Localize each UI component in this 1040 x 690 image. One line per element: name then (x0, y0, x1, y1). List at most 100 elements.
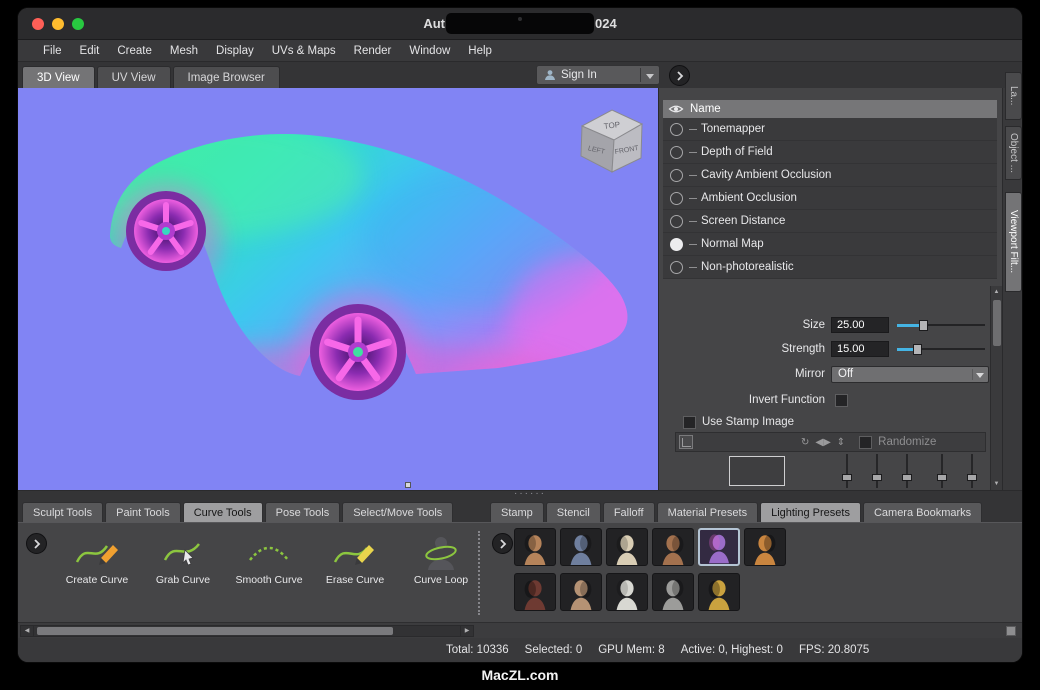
viewport-3d[interactable]: TOP LEFT FRONT (18, 88, 658, 490)
panel-vertical-scrollbar[interactable]: ▲ ▼ (990, 286, 1002, 490)
tab-3d-view[interactable]: 3D View (22, 66, 95, 88)
lighting-preset-4[interactable] (652, 528, 694, 566)
tray-tab-falloff[interactable]: Falloff (603, 502, 655, 522)
filter-properties: Size 25.00 Strength 15.00 (659, 88, 1002, 490)
tray-tab-paint-tools[interactable]: Paint Tools (105, 502, 181, 522)
erase-curve-icon (331, 534, 379, 570)
tool-curve-loop[interactable]: Curve Loop (398, 533, 484, 586)
zoom-window-button[interactable] (72, 18, 84, 30)
tray-tab-stencil[interactable]: Stencil (546, 502, 601, 522)
bust-thumbnail (607, 531, 647, 565)
stamp-image-button[interactable] (679, 435, 693, 449)
tray-tab-stamp[interactable]: Stamp (490, 502, 544, 522)
bust-thumbnail (700, 530, 738, 564)
tray-tab-camera-bookmarks[interactable]: Camera Bookmarks (863, 502, 982, 522)
tray-resize-handle[interactable] (405, 482, 411, 488)
tray-tab-lighting-presets[interactable]: Lighting Presets (760, 502, 861, 522)
tray-tab-material-presets[interactable]: Material Presets (657, 502, 758, 522)
tray-scroll-row: ◀ ▶ (18, 622, 1022, 638)
flip-vertical-icon[interactable]: ⇕ (837, 437, 845, 448)
lighting-preset-5-selected[interactable] (698, 528, 740, 566)
scroll-left-arrow[interactable]: ◀ (21, 626, 34, 636)
size-slider[interactable] (897, 317, 985, 333)
chevron-down-icon (646, 74, 654, 79)
flip-horizontal-icon[interactable]: ◀▶ (815, 437, 830, 448)
menu-help[interactable]: Help (459, 45, 501, 57)
status-active-highest: Active: 0, Highest: 0 (681, 644, 783, 656)
side-tab-viewport-filters[interactable]: Viewport Filt... (1005, 192, 1022, 292)
traffic-lights (32, 18, 84, 30)
lighting-preset-9[interactable] (606, 573, 648, 611)
tray-horizontal-scrollbar[interactable]: ◀ ▶ (20, 625, 474, 637)
side-tab-object[interactable]: Object ... (1005, 126, 1022, 180)
close-window-button[interactable] (32, 18, 44, 30)
menu-mesh[interactable]: Mesh (161, 45, 207, 57)
lighting-preset-6[interactable] (744, 528, 786, 566)
lighting-preset-1[interactable] (514, 528, 556, 566)
censor-sticker (446, 13, 594, 34)
strength-input[interactable]: 15.00 (831, 341, 889, 357)
main-area: TOP LEFT FRONT Name Tonemapper Depth of … (18, 88, 1022, 490)
side-tab-layers[interactable]: La... (1005, 72, 1022, 120)
strength-slider[interactable] (897, 341, 985, 357)
tray-right-collapse-button[interactable] (492, 533, 513, 554)
tray-resize-corner[interactable] (1006, 626, 1016, 636)
menu-edit[interactable]: Edit (71, 45, 109, 57)
tab-uv-view[interactable]: UV View (97, 66, 171, 88)
tray-tab-bar: Sculpt Tools Paint Tools Curve Tools Pos… (18, 500, 1022, 522)
randomize-slider-4[interactable] (936, 454, 948, 488)
menu-render[interactable]: Render (345, 45, 401, 57)
bust-thumbnail (745, 531, 785, 565)
size-slider-handle[interactable] (919, 320, 928, 331)
lighting-preset-3[interactable] (606, 528, 648, 566)
menu-uvs-maps[interactable]: UVs & Maps (263, 45, 345, 57)
randomize-checkbox[interactable] (859, 436, 872, 449)
use-stamp-image-label: Use Stamp Image (702, 416, 794, 428)
lighting-preset-8[interactable] (560, 573, 602, 611)
mirror-dropdown[interactable]: Off (831, 366, 989, 383)
randomize-slider-1[interactable] (841, 454, 853, 488)
scroll-down-arrow[interactable]: ▼ (991, 478, 1002, 490)
scroll-up-arrow[interactable]: ▲ (991, 286, 1002, 298)
refresh-icon[interactable]: ↻ (801, 437, 809, 448)
lighting-preset-11[interactable] (698, 573, 740, 611)
lighting-preset-2[interactable] (560, 528, 602, 566)
create-curve-icon (73, 534, 121, 570)
tray-divider[interactable]: ······ (18, 490, 1022, 500)
tray-tab-curve-tools[interactable]: Curve Tools (183, 502, 263, 522)
tool-grab-curve[interactable]: Grab Curve (140, 533, 226, 586)
menu-create[interactable]: Create (108, 45, 161, 57)
car-rear-wheel (310, 304, 406, 400)
tool-create-curve[interactable]: Create Curve (54, 533, 140, 586)
menu-window[interactable]: Window (400, 45, 459, 57)
view-cube[interactable]: TOP LEFT FRONT (568, 100, 652, 178)
stamp-image-preview[interactable] (729, 456, 785, 486)
tray-tab-pose-tools[interactable]: Pose Tools (265, 502, 341, 522)
sign-in-dropdown[interactable]: Sign In (536, 65, 660, 85)
panel-collapse-button[interactable] (669, 65, 690, 86)
scrollbar-thumb[interactable] (37, 627, 393, 635)
invert-function-checkbox[interactable] (835, 394, 848, 407)
lighting-preset-10[interactable] (652, 573, 694, 611)
randomize-slider-3[interactable] (901, 454, 913, 488)
status-gpu-mem: GPU Mem: 8 (598, 644, 664, 656)
strength-slider-handle[interactable] (913, 344, 922, 355)
menu-display[interactable]: Display (207, 45, 263, 57)
scrollbar-thumb[interactable] (993, 300, 1001, 346)
size-input[interactable]: 25.00 (831, 317, 889, 333)
lighting-preset-7[interactable] (514, 573, 556, 611)
tray-tab-select-move-tools[interactable]: Select/Move Tools (342, 502, 453, 522)
scroll-right-arrow[interactable]: ▶ (460, 626, 473, 636)
menu-file[interactable]: File (34, 45, 71, 57)
randomize-slider-2[interactable] (871, 454, 883, 488)
tray-tab-sculpt-tools[interactable]: Sculpt Tools (22, 502, 103, 522)
tool-erase-curve[interactable]: Erase Curve (312, 533, 398, 586)
tool-smooth-curve[interactable]: Smooth Curve (226, 533, 312, 586)
use-stamp-image-checkbox[interactable] (683, 416, 696, 429)
randomize-slider-5[interactable] (966, 454, 978, 488)
tab-image-browser[interactable]: Image Browser (173, 66, 280, 88)
drag-dots[interactable]: ······ (514, 488, 546, 499)
smooth-curve-icon (245, 534, 293, 570)
tray-left-collapse-button[interactable] (26, 533, 47, 554)
minimize-window-button[interactable] (52, 18, 64, 30)
